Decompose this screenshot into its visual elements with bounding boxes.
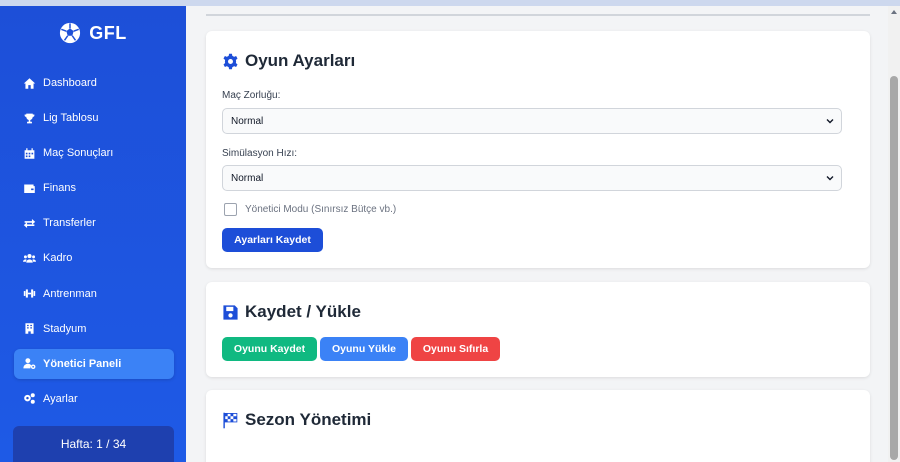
checkered-flag-icon	[223, 412, 238, 428]
sidebar-item-lig-tablosu[interactable]: Lig Tablosu	[14, 103, 174, 133]
sidebar-item-finans[interactable]: Finans	[14, 173, 174, 203]
settings-card: Oyun Ayarları Maç Zorluğu: Normal Simüla…	[206, 31, 870, 268]
trophy-icon	[22, 111, 36, 125]
previous-card-edge	[206, 14, 870, 16]
season-title-text: Sezon Yönetimi	[245, 410, 372, 429]
load-game-button[interactable]: Oyunu Yükle	[320, 337, 408, 361]
exchange-icon	[22, 216, 36, 230]
settings-title-text: Oyun Ayarları	[245, 51, 356, 70]
floppy-disk-icon	[223, 304, 238, 320]
season-card: Sezon Yönetimi	[206, 390, 870, 462]
difficulty-value: Normal	[231, 115, 264, 127]
reset-game-button[interactable]: Oyunu Sıfırla	[411, 337, 500, 361]
sidebar-item-label: Stadyum	[43, 322, 87, 335]
save-game-button[interactable]: Oyunu Kaydet	[222, 337, 317, 361]
admin-mode-label: Yönetici Modu (Sınırsız Bütçe vb.)	[245, 204, 397, 215]
sidebar-item-mac-sonuclari[interactable]: Maç Sonuçları	[14, 138, 174, 168]
sidebar-item-label: Finans	[43, 182, 77, 195]
page-scrollbar[interactable]	[888, 6, 900, 462]
sidebar-item-dashboard[interactable]: Dashboard	[14, 68, 174, 98]
sidebar-item-label: Transferler	[43, 217, 96, 230]
sidebar-item-label: Dashboard	[43, 77, 97, 89]
brand[interactable]: GFL	[0, 22, 186, 44]
saveload-title-text: Kaydet / Yükle	[245, 302, 361, 321]
sidebar-item-transferler[interactable]: Transferler	[14, 208, 174, 238]
wallet-icon	[22, 181, 36, 195]
scrollbar-thumb[interactable]	[890, 76, 898, 460]
main-content: Oyun Ayarları Maç Zorluğu: Normal Simüla…	[186, 6, 888, 462]
home-icon	[22, 76, 36, 90]
sidebar-item-stadyum[interactable]: Stadyum	[14, 314, 174, 344]
speed-label: Simülasyon Hızı:	[222, 148, 298, 159]
users-icon	[22, 251, 36, 265]
saveload-card: Kaydet / Yükle Oyunu Kaydet Oyunu Yükle …	[206, 282, 870, 377]
gear-icon	[223, 53, 238, 69]
saveload-title: Kaydet / Yükle	[222, 302, 361, 322]
sidebar-item-label: Lig Tablosu	[43, 112, 99, 125]
week-indicator: Hafta: 1 / 34	[13, 426, 174, 462]
cogs-icon	[22, 392, 36, 406]
chevron-down-icon	[826, 119, 834, 124]
save-settings-button[interactable]: Ayarları Kaydet	[222, 228, 323, 252]
scroll-up-arrow-icon[interactable]	[891, 10, 897, 14]
sidebar-item-ayarlar[interactable]: Ayarlar	[14, 384, 174, 414]
football-icon	[60, 22, 81, 44]
sidebar-item-kadro[interactable]: Kadro	[14, 243, 174, 273]
settings-title: Oyun Ayarları	[222, 51, 355, 71]
admin-mode-checkbox[interactable]: Yönetici Modu (Sınırsız Bütçe vb.)	[224, 203, 396, 216]
building-icon	[22, 322, 36, 336]
sidebar: GFL Dashboard Lig Tablosu Maç Sonuçları …	[0, 6, 186, 462]
sidebar-nav: Dashboard Lig Tablosu Maç Sonuçları Fina…	[14, 68, 174, 419]
difficulty-select[interactable]: Normal	[222, 108, 842, 134]
brand-name: GFL	[89, 22, 127, 43]
sidebar-item-label: Maç Sonuçları	[43, 147, 114, 160]
dumbbell-icon	[22, 287, 36, 301]
sidebar-item-label: Kadro	[43, 252, 73, 265]
speed-value: Normal	[231, 172, 264, 184]
user-cog-icon	[22, 357, 36, 371]
chevron-down-icon	[826, 176, 834, 181]
checkbox-box[interactable]	[224, 203, 237, 216]
sidebar-item-label: Yönetici Paneli	[43, 357, 122, 370]
sidebar-item-label: Ayarlar	[43, 392, 78, 405]
speed-select[interactable]: Normal	[222, 165, 842, 191]
sidebar-item-yonetici-paneli[interactable]: Yönetici Paneli	[14, 348, 174, 379]
calendar-icon	[22, 146, 36, 160]
sidebar-item-antrenman[interactable]: Antrenman	[14, 279, 174, 309]
difficulty-label: Maç Zorluğu:	[222, 90, 281, 101]
sidebar-item-label: Antrenman	[43, 287, 97, 300]
season-title: Sezon Yönetimi	[222, 410, 371, 430]
